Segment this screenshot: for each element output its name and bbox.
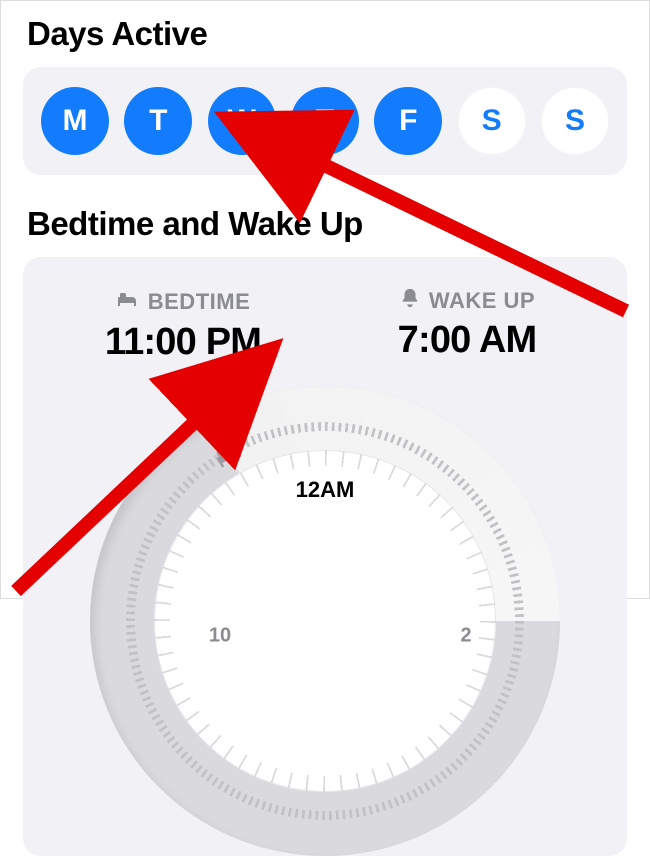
wakeup-label-text: WAKE UP — [429, 288, 535, 314]
days-row: M T W T F S S — [41, 87, 609, 155]
dial-hour-10: 10 — [209, 625, 231, 648]
day-toggle-mon[interactable]: M — [41, 87, 109, 155]
bedtime-label: BEDTIME — [116, 287, 251, 317]
sleep-dial[interactable]: 12AM 2 10 — [90, 386, 560, 856]
bedtime-wakeup-title: Bedtime and Wake Up — [27, 205, 627, 243]
day-toggle-sat[interactable]: S — [458, 87, 526, 155]
day-toggle-thu[interactable]: T — [291, 87, 359, 155]
dial-hour-12am: 12AM — [296, 477, 355, 503]
bedtime-value: 11:00 PM — [41, 321, 325, 364]
day-toggle-tue[interactable]: T — [124, 87, 192, 155]
days-active-card: M T W T F S S — [23, 67, 627, 175]
bed-icon — [116, 287, 140, 317]
bedtime-column: BEDTIME 11:00 PM — [41, 287, 325, 364]
day-toggle-sun[interactable]: S — [541, 87, 609, 155]
bell-icon — [399, 287, 421, 315]
day-toggle-wed[interactable]: W — [208, 87, 276, 155]
wakeup-column: WAKE UP 7:00 AM — [325, 287, 609, 364]
day-toggle-fri[interactable]: F — [374, 87, 442, 155]
days-active-title: Days Active — [27, 15, 627, 53]
dial-hour-2: 2 — [460, 625, 471, 648]
wakeup-value: 7:00 AM — [325, 319, 609, 362]
wakeup-label: WAKE UP — [399, 287, 535, 315]
times-row: BEDTIME 11:00 PM WAKE UP 7:00 AM — [41, 277, 609, 382]
bedtime-label-text: BEDTIME — [148, 289, 251, 315]
bedtime-card: BEDTIME 11:00 PM WAKE UP 7:00 AM — [23, 257, 627, 856]
bed-icon — [208, 433, 249, 474]
